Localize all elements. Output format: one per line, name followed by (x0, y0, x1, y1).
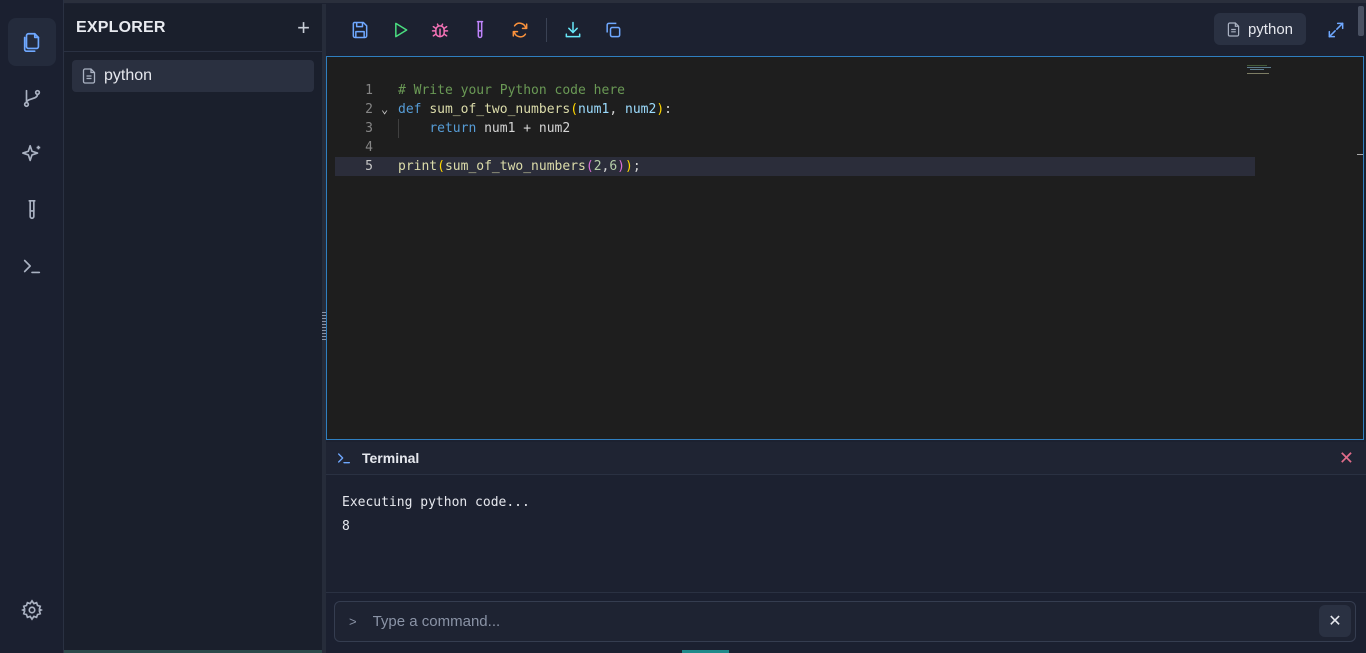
expand-icon (1328, 22, 1344, 38)
code-line[interactable]: 4 (327, 138, 1363, 157)
expand-button[interactable] (1318, 12, 1354, 48)
terminal-output: Executing python code... 8 (326, 475, 1366, 555)
refresh-button[interactable] (500, 10, 540, 50)
explorer-panel: EXPLORER + python (64, 4, 322, 653)
files-icon (23, 32, 40, 52)
line-text: # Write your Python code here (398, 83, 625, 98)
prompt-symbol: > (349, 614, 357, 629)
code-line[interactable]: 1 # Write your Python code here (327, 81, 1363, 100)
chevron-down-icon[interactable]: ⌄ (381, 100, 388, 119)
terminal-panel: Terminal ✕ Executing python code... 8 (326, 442, 1366, 592)
language-badge[interactable]: python (1214, 13, 1306, 45)
close-icon[interactable]: ✕ (1339, 448, 1354, 469)
explorer-title: EXPLORER (76, 18, 166, 36)
test-button[interactable] (460, 10, 500, 50)
line-number: 3 (365, 121, 373, 136)
terminal-icon (23, 259, 41, 274)
run-icon (395, 22, 408, 38)
run-button[interactable] (380, 10, 420, 50)
save-button[interactable] (340, 10, 380, 50)
save-icon (352, 21, 368, 39)
line-text: def sum_of_two_numbers(num1, num2): (398, 102, 672, 117)
download-button[interactable] (553, 10, 593, 50)
editor-area: python 1 # Write your Python code here 2… (326, 4, 1366, 442)
terminal-title: Terminal (362, 450, 420, 466)
page-scrollbar[interactable] (1358, 6, 1364, 36)
explorer-header: EXPLORER + (64, 4, 322, 52)
top-border (0, 0, 1366, 3)
close-icon: ✕ (1328, 613, 1342, 630)
plus-icon[interactable]: + (297, 16, 310, 39)
gear-icon (21, 599, 43, 621)
code-lines: 1 # Write your Python code here 2 ⌄ def … (327, 81, 1363, 176)
editor-toolbar: python (326, 4, 1366, 56)
terminal-output-line: Executing python code... (342, 495, 530, 510)
code-editor[interactable]: 1 # Write your Python code here 2 ⌄ def … (326, 56, 1364, 440)
debug-icon (431, 23, 449, 38)
download-icon (565, 21, 581, 38)
app-root: EXPLORER + python python 1 # Write your … (0, 0, 1366, 653)
code-line[interactable]: 2 ⌄ def sum_of_two_numbers(num1, num2): (327, 100, 1363, 119)
file-item-python[interactable]: python (72, 60, 314, 92)
file-icon (82, 68, 96, 84)
activity-git-button[interactable] (8, 74, 56, 122)
copy-icon (606, 22, 621, 38)
activity-test-button[interactable] (8, 186, 56, 234)
language-label: python (1247, 20, 1294, 38)
file-name: python (104, 67, 153, 84)
line-number: 2 (365, 102, 373, 117)
copy-button[interactable] (593, 10, 633, 50)
code-line-current[interactable]: 5 print(sum_of_two_numbers(2,6)); (327, 157, 1363, 176)
test-tube-icon (28, 200, 36, 220)
command-input[interactable] (372, 613, 1355, 630)
test-icon (476, 20, 484, 39)
settings-button[interactable] (8, 586, 56, 634)
line-number: 5 (365, 159, 373, 174)
code-line[interactable]: 3 return num1 + num2 (327, 119, 1363, 138)
terminal-icon (338, 453, 350, 464)
activity-ai-button[interactable] (8, 130, 56, 178)
line-text: print(sum_of_two_numbers(2,6)); (398, 159, 641, 174)
command-bar: > ✕ (326, 592, 1366, 653)
scroll-position-marker (1357, 154, 1363, 155)
terminal-header: Terminal ✕ (326, 442, 1366, 475)
line-number: 4 (365, 140, 373, 155)
line-text: return num1 + num2 (429, 121, 571, 136)
minimap[interactable] (1247, 63, 1287, 83)
activity-terminal-button[interactable] (8, 242, 56, 290)
command-input-wrapper: > ✕ (334, 601, 1356, 642)
clear-command-button[interactable]: ✕ (1319, 605, 1351, 637)
terminal-output-line: 8 (342, 519, 350, 534)
line-number: 1 (365, 83, 373, 98)
sparkles-icon (22, 144, 41, 162)
git-branch-icon (23, 89, 41, 108)
activity-bar (0, 0, 64, 653)
debug-button[interactable] (420, 10, 460, 50)
toolbar-divider (546, 18, 547, 42)
activity-files-button[interactable] (8, 18, 56, 66)
refresh-icon (512, 22, 528, 38)
file-icon (1227, 21, 1240, 37)
